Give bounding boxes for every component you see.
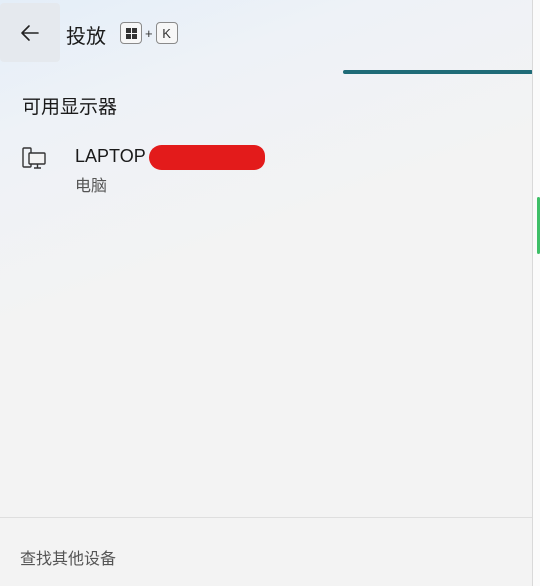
search-progress-bar xyxy=(343,70,532,74)
device-name: LAPTOP xyxy=(75,146,146,166)
windows-logo-icon xyxy=(125,27,137,39)
arrow-left-icon xyxy=(21,24,39,41)
find-other-devices-link[interactable]: 查找其他设备 xyxy=(20,545,116,569)
device-list-item[interactable]: LAPTOP 电脑 xyxy=(0,136,532,196)
footer: 查找其他设备 xyxy=(0,517,532,586)
back-button[interactable] xyxy=(0,3,60,62)
k-key: K xyxy=(155,22,178,44)
cast-panel: 投放 + K 可用显示器 LAPTOP 电脑 查找其他设备 xyxy=(0,0,533,586)
keyboard-shortcut: + K xyxy=(120,22,178,44)
available-displays-heading: 可用显示器 xyxy=(22,96,118,118)
window-edge xyxy=(533,0,540,586)
page-title: 投放 xyxy=(66,24,106,48)
redaction-mark xyxy=(149,145,265,170)
pc-display-icon xyxy=(22,147,46,169)
shortcut-plus: + xyxy=(145,25,153,41)
windows-key xyxy=(120,22,142,44)
device-type: 电脑 xyxy=(75,176,108,195)
